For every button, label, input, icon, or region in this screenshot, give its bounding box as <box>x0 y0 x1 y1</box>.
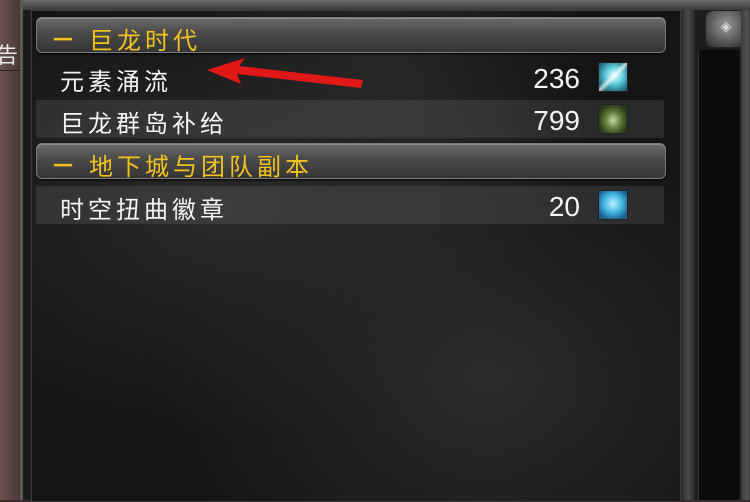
category-header-dragonflight[interactable]: － 巨龙时代 <box>36 17 666 55</box>
red-arrow-annotation <box>207 58 363 88</box>
dragon-isles-supplies-icon <box>598 104 628 134</box>
currency-row-dragon-isles-supplies[interactable]: 巨龙群岛补给 799 <box>36 100 664 138</box>
currency-count: 20 <box>548 191 580 222</box>
side-tab-text: 告 <box>0 44 19 69</box>
currency-row-timewarped-badge[interactable]: 时空扭曲徽章 20 <box>36 186 664 224</box>
edge-divider <box>0 70 20 71</box>
currency-name: 巨龙群岛补给 <box>60 110 228 138</box>
adjacent-window-edge: 告 <box>0 0 20 500</box>
collapse-icon[interactable]: － <box>51 146 75 181</box>
category-title: 地下城与团队副本 <box>89 153 313 181</box>
currency-name: 元素涌流 <box>60 68 172 96</box>
scrollbar-track[interactable] <box>698 50 739 500</box>
timewarped-badge-icon <box>598 190 628 220</box>
currency-count: 236 <box>533 63 580 94</box>
category-header-dungeons-raids[interactable]: － 地下城与团队副本 <box>36 143 666 181</box>
panel-divider <box>681 10 695 500</box>
arrow-shape <box>207 58 363 88</box>
panel-right-border <box>741 10 750 500</box>
panel-top-border <box>23 0 750 10</box>
collapse-icon[interactable]: － <box>51 20 75 55</box>
category-title: 巨龙时代 <box>89 27 201 55</box>
elemental-crystal-icon <box>598 62 628 92</box>
scroll-up-icon: ◈ <box>720 19 732 35</box>
currency-name: 时空扭曲徽章 <box>60 196 228 224</box>
currency-count: 799 <box>533 105 580 136</box>
